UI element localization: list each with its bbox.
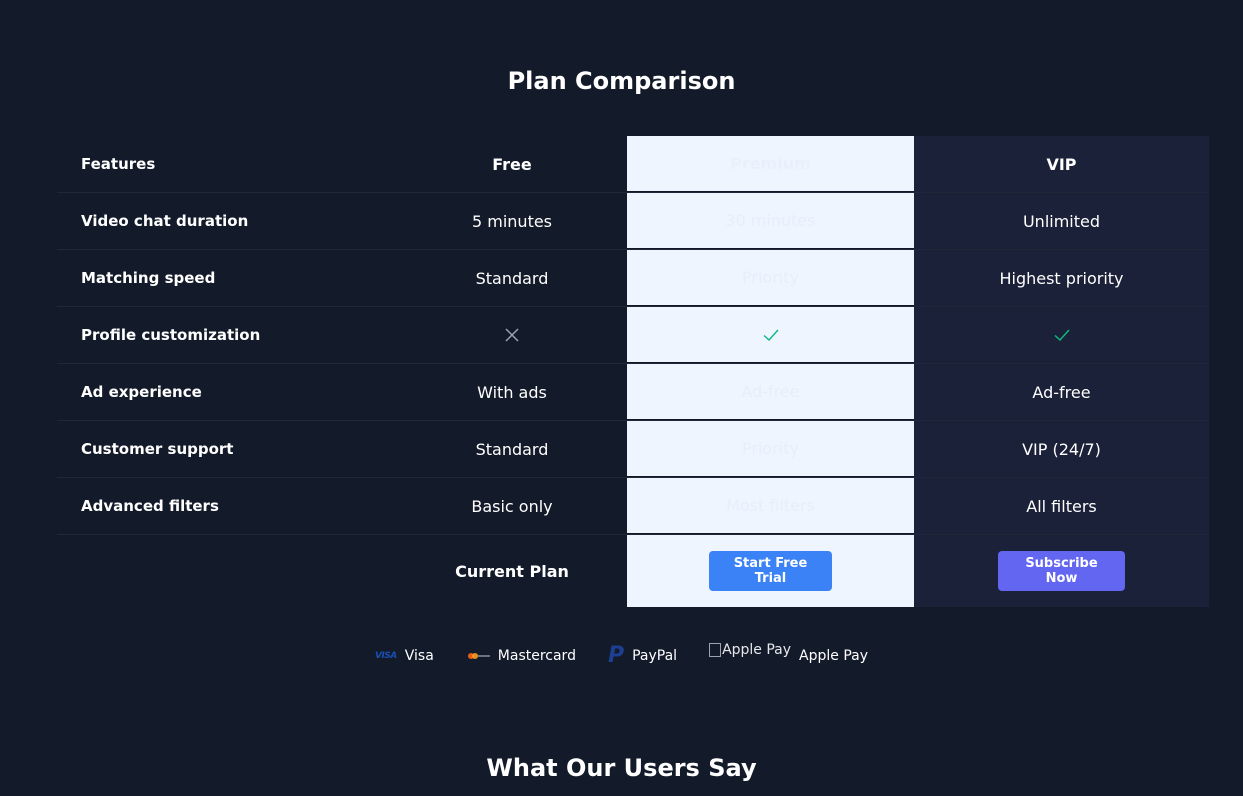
premium-value xyxy=(627,307,914,363)
free-value: Standard xyxy=(475,439,549,459)
header-vip: VIP xyxy=(914,136,1209,192)
premium-value: Priority xyxy=(627,250,914,306)
payment-paypal: P PayPal xyxy=(608,645,677,667)
free-value xyxy=(397,307,627,363)
table-row: Ad experience With ads Ad-free Ad-free xyxy=(57,364,1209,421)
paypal-logo-icon: P xyxy=(607,643,625,668)
start-free-trial-button[interactable]: Start Free Trial xyxy=(709,551,832,591)
feature-name: Matching speed xyxy=(81,269,216,287)
feature-name: Ad experience xyxy=(81,383,202,401)
visa-logo-icon: VISA xyxy=(374,651,397,661)
payment-visa: VISA Visa xyxy=(375,648,434,664)
payment-methods: VISA Visa Mastercard P PayPal Apple Pay … xyxy=(0,642,1243,667)
plan-comparison-title: Plan Comparison xyxy=(507,67,736,95)
subscribe-now-button[interactable]: Subscribe Now xyxy=(998,551,1125,591)
vip-value: Unlimited xyxy=(914,193,1209,249)
vip-value: Ad-free xyxy=(914,364,1209,420)
payment-label: PayPal xyxy=(632,648,678,664)
check-icon xyxy=(1053,329,1070,342)
mastercard-logo-icon xyxy=(466,651,490,661)
table-row: Matching speed Standard Priority Highest… xyxy=(57,250,1209,307)
plan-comparison-table: Features Free Premium VIP Video chat dur… xyxy=(57,136,1209,607)
header-premium: Premium xyxy=(627,136,914,192)
testimonials-title: What Our Users Say xyxy=(486,754,757,782)
header-free: Free xyxy=(492,154,532,174)
feature-name: Profile customization xyxy=(81,326,261,344)
payment-label: Visa xyxy=(404,648,434,664)
current-plan-label: Current Plan xyxy=(455,561,569,581)
page: Plan Comparison Features Free Premium VI… xyxy=(0,0,1243,796)
table-footer-row: Current Plan Start Free Trial Subscribe … xyxy=(57,535,1209,607)
free-value: 5 minutes xyxy=(471,211,553,231)
payment-apple-pay: Apple Pay Apple Pay xyxy=(709,642,869,664)
feature-name: Advanced filters xyxy=(81,497,219,515)
header-features: Features xyxy=(81,155,156,173)
premium-value: Most filters xyxy=(627,478,914,534)
payment-label: Mastercard xyxy=(497,648,576,664)
apple-pay-broken-image-icon: Apple Pay xyxy=(709,642,791,658)
table-row: Profile customization xyxy=(57,307,1209,364)
free-value: Standard xyxy=(475,268,549,288)
vip-cta: Subscribe Now xyxy=(914,535,1209,607)
x-icon xyxy=(505,328,519,342)
payment-label: Apple Pay xyxy=(799,648,869,664)
vip-value: VIP (24/7) xyxy=(914,421,1209,477)
vip-value xyxy=(914,307,1209,363)
table-row: Advanced filters Basic only Most filters… xyxy=(57,478,1209,535)
feature-name: Customer support xyxy=(81,440,234,458)
premium-value: Priority xyxy=(627,421,914,477)
table-header-row: Features Free Premium VIP xyxy=(57,136,1209,193)
feature-name: Video chat duration xyxy=(81,212,249,230)
premium-value: 30 minutes xyxy=(627,193,914,249)
free-value: Basic only xyxy=(471,496,553,516)
premium-value: Ad-free xyxy=(627,364,914,420)
table-row: Customer support Standard Priority VIP (… xyxy=(57,421,1209,478)
footer-empty xyxy=(57,535,397,607)
table-row: Video chat duration 5 minutes 30 minutes… xyxy=(57,193,1209,250)
premium-cta: Start Free Trial xyxy=(627,535,914,607)
check-icon xyxy=(762,328,779,341)
free-value: With ads xyxy=(477,382,547,402)
vip-value: All filters xyxy=(914,478,1209,534)
payment-mastercard: Mastercard xyxy=(466,648,576,664)
vip-value: Highest priority xyxy=(914,250,1209,306)
